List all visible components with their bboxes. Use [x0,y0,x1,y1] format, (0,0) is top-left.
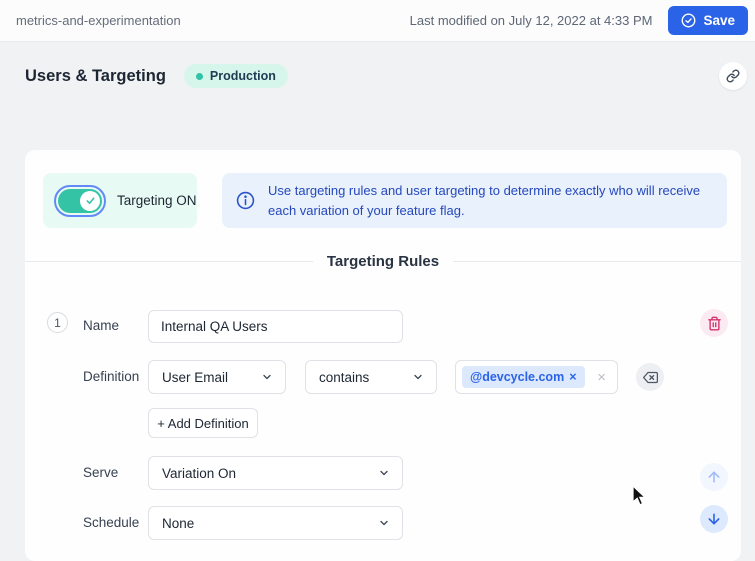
targeting-info-banner: Use targeting rules and user targeting t… [222,173,727,228]
value-tag: @devcycle.com × [462,366,585,388]
environment-label: Production [209,69,276,83]
name-label: Name [83,318,120,333]
schedule-select-value: None [162,515,195,531]
save-button-label: Save [703,13,735,28]
top-bar: metrics-and-experimentation Last modifie… [0,0,755,42]
backspace-icon [642,370,658,385]
comparator-select-value: contains [319,369,370,385]
chevron-down-icon [378,467,390,479]
arrow-up-icon [706,469,722,485]
value-tag-label: @devcycle.com [470,370,565,384]
targeting-card: Targeting ON Use targeting rules and use… [25,150,741,561]
check-circle-icon [681,13,696,28]
page-title: Users & Targeting [25,66,166,85]
schedule-select[interactable]: None [148,506,403,540]
targeting-rules-divider: Targeting Rules [25,248,741,274]
definition-label: Definition [83,369,140,384]
serve-select-value: Variation On [162,465,237,481]
arrow-down-icon [706,511,722,527]
info-icon [236,191,255,210]
delete-rule-button[interactable] [700,309,728,337]
environment-dot-icon [195,72,203,80]
chevron-down-icon [412,371,424,383]
clear-definition-button[interactable] [636,363,664,391]
clear-values-icon[interactable]: × [597,370,606,385]
chevron-down-icon [378,517,390,529]
targeting-info-text: Use targeting rules and user targeting t… [268,183,701,218]
toggle-check-icon [85,195,96,206]
rule-name-input[interactable] [148,310,403,343]
last-modified-text: Last modified on July 12, 2022 at 4:33 P… [409,13,653,28]
schedule-label: Schedule [83,515,140,530]
property-select[interactable]: User Email [148,360,286,394]
environment-badge: Production [183,64,288,88]
chevron-down-icon [261,371,273,383]
move-rule-down-button[interactable] [700,505,728,533]
targeting-rules-heading: Targeting Rules [326,252,440,270]
link-icon [726,69,740,83]
property-select-value: User Email [162,369,229,385]
add-definition-button[interactable]: + Add Definition [148,408,258,438]
definition-values-input[interactable]: @devcycle.com × × [455,360,618,394]
rule-number-badge: 1 [47,312,68,333]
targeting-toggle-label: Targeting ON [117,193,197,208]
remove-tag-icon[interactable]: × [569,370,576,384]
trash-icon [707,316,722,331]
serve-label: Serve [83,465,119,480]
copy-link-button[interactable] [719,62,747,90]
targeting-toggle[interactable] [54,184,106,217]
serve-select[interactable]: Variation On [148,456,403,490]
save-button[interactable]: Save [668,6,748,35]
comparator-select[interactable]: contains [305,360,437,394]
move-rule-up-button[interactable] [700,463,728,491]
breadcrumb: metrics-and-experimentation [16,13,181,28]
targeting-toggle-container: Targeting ON [43,173,197,228]
